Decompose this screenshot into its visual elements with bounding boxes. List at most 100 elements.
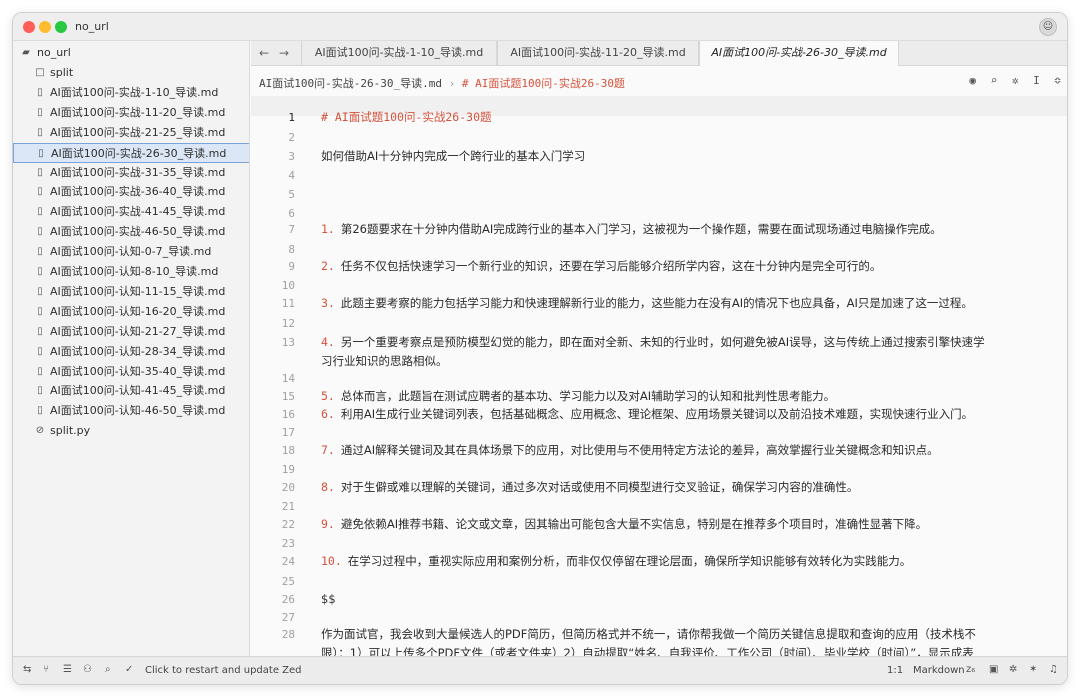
sidebar-item[interactable]: ▯ AI面试100问-实战-31-35_导读.md [13,163,249,183]
outline-icon[interactable]: ☰ [63,664,72,675]
code-line[interactable]: 10. 在学习过程中，重视实际应用和案例分析，而非仅仅停留在理论层面，确保所学知识… [321,552,991,571]
code-line[interactable]: 7. 通过AI解释关键词及其在具体场景下的应用，对比使用与不使用特定方法论的差异，… [321,441,991,460]
code-line[interactable]: 8. 对于生僻或难以理解的关键词，通过多次对话或使用不同模型进行交叉验证，确保学习… [321,478,991,497]
close-window-button[interactable] [23,21,35,33]
line-text: 如何借助AI十分钟内完成一个跨行业的基本入门学习 [321,149,586,163]
sidebar-item[interactable]: ▯ AI面试100问-认知-16-20_导读.md [13,302,249,322]
sidebar-item[interactable]: ▯ AI面试100问-认知-35-40_导读.md [13,362,249,382]
line-text: 第26题要求在十分钟内借助AI完成跨行业的基本入门学习，这被视为一个操作题，需要… [340,222,942,236]
sidebar-item[interactable]: ▯ AI面试100问-实战-36-40_导读.md [13,182,249,202]
sidebar-item[interactable]: ▯ AI面试100问-认知-41-45_导读.md [13,381,249,401]
list-number: 2. [321,259,335,273]
eye-icon[interactable]: ◉ [969,74,976,87]
code-line[interactable]: $$ [321,590,991,609]
code-line[interactable]: 4. 另一个重要考察点是预防模型幻觉的能力，即在面对全新、未知的行业时，如何避免被… [321,333,991,371]
search-icon[interactable]: ⌕ [105,664,111,675]
avatar[interactable]: ☺ [1039,18,1057,36]
line-number: 16 [281,408,295,421]
line-number: 5 [288,188,295,201]
code-line[interactable]: 5. 总体而言，此题旨在测试应聘者的基本功、学习能力以及对AI辅助学习的认知和批判… [321,387,991,406]
sidebar-item[interactable]: ▯ AI面试100问-实战-1-10_导读.md [13,83,249,103]
editor-tab[interactable]: AI面试100问-实战-11-20_导读.md [497,41,699,66]
sidebar-item-label: AI面试100问-实战-21-25_导读.md [50,125,226,139]
code-line[interactable]: 2. 任务不仅包括快速学习一个新行业的知识，还要在学习后能够介绍所学内容，这在十分… [321,257,991,276]
list-number: 4. [321,335,335,349]
check-icon: ✓ [125,664,134,675]
list-number: 1. [321,222,335,236]
forward-button[interactable]: → [279,46,289,60]
back-button[interactable]: ← [259,46,269,60]
line-number: 6 [288,207,295,220]
list-number: 3. [321,296,335,310]
line-text: 通过AI解释关键词及其在具体场景下的应用，对比使用与不使用特定方法论的差异，高效… [340,443,939,457]
language-selector[interactable]: Markdown [913,665,965,676]
assistant-icon[interactable]: ✲ [1012,74,1019,87]
line-text: $$ [321,592,336,606]
line-number: 15 [281,390,295,403]
sidebar-item[interactable]: ▯ AI面试100问-认知-46-50_导读.md [13,401,249,421]
sidebar-item-label: AI面试100问-认知-41-45_导读.md [50,384,226,398]
sidebar-item[interactable]: ▯ AI面试100问-认知-28-34_导读.md [13,342,249,362]
vim-mode-icon[interactable]: z₆ [966,664,975,675]
sidebar-item-label: AI面试100问-实战-41-45_导读.md [50,205,226,219]
cursor-position[interactable]: 1:1 [887,665,903,676]
book-icon: ▯ [37,206,43,218]
code-line[interactable]: 如何借助AI十分钟内完成一个跨行业的基本入门学习 [321,147,991,166]
sidebar-item[interactable]: ▯ AI面试100问-实战-11-20_导读.md [13,103,249,123]
search-icon[interactable]: ⌕ [991,74,998,87]
editor-pane[interactable]: 1 # AI面试题100问-实战26-30题 2 3 如何借助AI十分钟内完成一个跨行业… [251,96,1067,658]
sidebar-item[interactable]: ▯ AI面试100问-认知-21-27_导读.md [13,322,249,342]
line-number: 26 [281,593,295,606]
sidebar-item-label: AI面试100问-认知-35-40_导读.md [50,364,226,378]
editor-tab[interactable]: AI面试100问-实战-1-10_导读.md [301,41,497,66]
line-text: 在学习过程中，重视实际应用和案例分析，而非仅仅停留在理论层面，确保所学知识能够有… [347,554,912,568]
code-line[interactable]: 6. 利用AI生成行业关键词列表，包括基础概念、应用概念、理论框架、应用场景关键词… [321,405,991,424]
project-panel-icon[interactable]: ⇆ [23,664,31,675]
sidebar-item[interactable]: ▯ AI面试100问-认知-0-7_导读.md [13,242,249,262]
code-line[interactable]: 3. 此题主要考察的能力包括学习能力和快速理解新行业的能力，这些能力在没有AI的情… [321,294,991,313]
sidebar-item[interactable]: ⊘ split.py [13,421,249,441]
project-panel: ▰ no_url □ split ▯ AI面试100问-实战-1-10_导读.md ▯ A… [13,41,250,658]
code-line[interactable]: 9. 避免依赖AI推荐书籍、论文或文章，因其输出可能包含大量不实信息，特别是在推荐… [321,515,991,534]
sidebar-item-label: AI面试100问-认知-21-27_导读.md [50,324,226,338]
sidebar-item[interactable]: □ split [13,63,249,83]
terminal-icon[interactable]: ▣ [989,664,998,675]
code-line[interactable]: # AI面试题100问-实战26-30题 [321,108,991,127]
breadcrumb-file[interactable]: AI面试100问-实战-26-30_导读.md › # AI面试题100问-实战… [259,75,625,91]
editor-tab[interactable]: AI面试100问-实战-26-30_导读.md [699,41,899,67]
assistant-icon[interactable]: ✲ [1009,664,1017,675]
settings-icon[interactable]: ≎ [1054,74,1061,87]
zoom-window-button[interactable] [55,21,67,33]
project-name[interactable]: no_url [75,20,109,33]
list-number: 6. [321,407,335,421]
list-number: 10. [321,554,342,568]
sidebar-item[interactable]: ▯ AI面试100问-实战-41-45_导读.md [13,202,249,222]
line-number: 12 [281,317,295,330]
update-message[interactable]: Click to restart and update Zed [145,665,302,676]
minimize-window-button[interactable] [39,21,51,33]
code-line[interactable]: 1. 第26题要求在十分钟内借助AI完成跨行业的基本入门学习，这被视为一个操作题，… [321,220,991,239]
status-bar: ⇆ ⑂ ☰ ⚇ ⌕ ✓ Click to restart and update … [13,656,1067,684]
list-number: 9. [321,517,335,531]
code-line[interactable]: 作为面试官，我会收到大量候选人的PDF简历，但简历格式并不统一，请你帮我做一个简… [321,625,991,658]
breadcrumb-heading[interactable]: # AI面试题100问-实战26-30题 [462,77,625,90]
tree-root[interactable]: ▰ no_url [13,43,249,63]
markdown-heading: # AI面试题100问-实战26-30题 [321,110,492,124]
git-icon[interactable]: ⑂ [43,664,49,675]
sidebar-item[interactable]: ▯ AI面试100问-实战-46-50_导读.md [13,222,249,242]
line-text: 总体而言，此题旨在测试应聘者的基本功、学习能力以及对AI辅助学习的认知和批判性思… [340,389,836,403]
sidebar-item[interactable]: ▯ AI面试100问-实战-26-30_导读.md [13,142,249,163]
sidebar-item-label: AI面试100问-认知-16-20_导读.md [50,304,226,318]
sidebar-item[interactable]: ▯ AI面试100问-认知-11-15_导读.md [13,282,249,302]
book-icon: ▯ [37,126,43,138]
line-number: 4 [288,169,295,182]
collab-icon[interactable]: ⚇ [83,664,92,675]
cursor-icon[interactable]: I [1033,74,1040,87]
ai-icon[interactable]: ✶ [1029,664,1037,675]
line-number: 20 [281,481,295,494]
sidebar-item[interactable]: ▯ AI面试100问-认知-8-10_导读.md [13,262,249,282]
sidebar-item[interactable]: ▯ AI面试100问-实战-21-25_导读.md [13,123,249,143]
breadcrumb: AI面试100问-实战-26-30_导读.md › # AI面试题100问-实战… [251,66,1067,96]
line-number: 18 [281,444,295,457]
notifications-icon[interactable]: ♫ [1049,664,1058,675]
